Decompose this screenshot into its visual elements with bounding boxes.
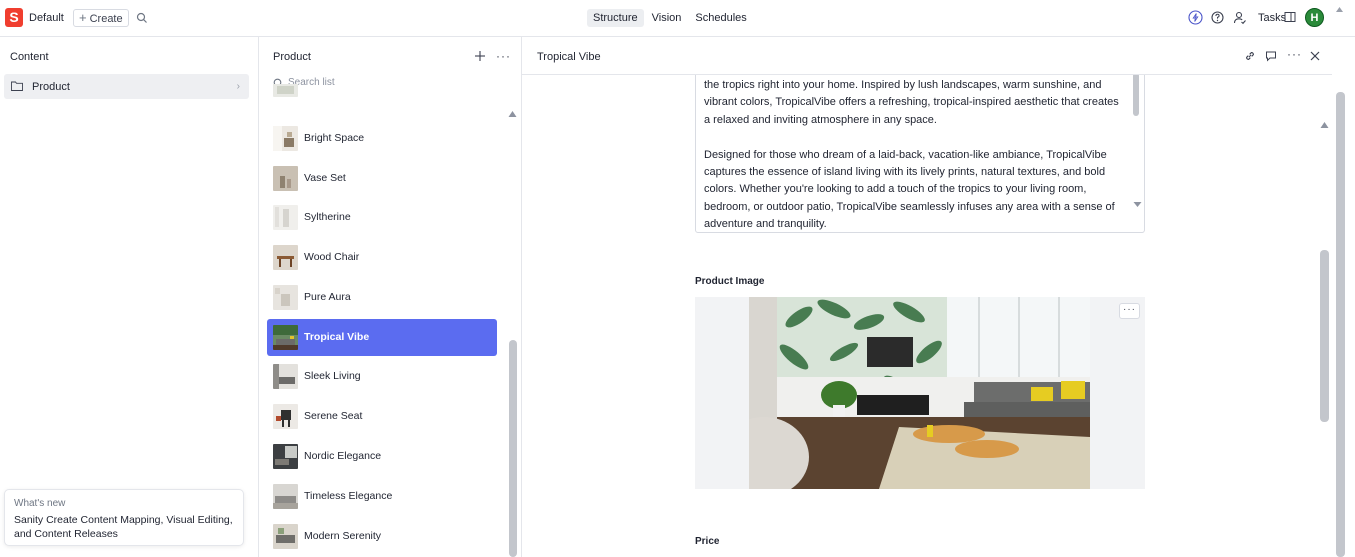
- product-name: Vase Set: [304, 172, 346, 184]
- plus-icon: +: [79, 10, 87, 25]
- product-thumbnail: [273, 126, 298, 151]
- more-options-icon[interactable]: ···: [1287, 47, 1302, 61]
- product-name: Nordic Elegance: [304, 450, 382, 462]
- product-image-field[interactable]: ···: [695, 297, 1145, 489]
- tab-vision[interactable]: Vision: [646, 9, 688, 27]
- search-icon[interactable]: [136, 12, 148, 24]
- chevron-right-icon: ›: [236, 81, 240, 92]
- product-name: Syltherine: [304, 211, 351, 223]
- product-list-pane: Product ··· Bright Space Vase Set Sylthe…: [259, 37, 522, 557]
- product-thumbnail: [273, 285, 298, 310]
- product-name: Serene Seat: [304, 410, 363, 422]
- link-icon[interactable]: [1244, 50, 1256, 62]
- content-pane-title: Content: [10, 51, 49, 63]
- list-item[interactable]: [267, 84, 497, 114]
- product-thumbnail: [273, 404, 298, 429]
- product-image-label: Product Image: [695, 276, 765, 287]
- product-name: Bright Space: [304, 132, 365, 144]
- description-paragraph: Designed for those who dream of a laid-b…: [704, 148, 1115, 231]
- product-name: Wood Chair: [304, 251, 360, 263]
- workspace-name[interactable]: Default: [29, 12, 64, 24]
- product-thumbnail: [273, 205, 298, 230]
- textarea-scroll-down-icon[interactable]: [1133, 201, 1142, 208]
- list-scroll-up-icon[interactable]: [508, 110, 517, 118]
- whats-new-card[interactable]: What's new Sanity Create Content Mapping…: [4, 489, 244, 546]
- product-name: Tropical Vibe: [304, 331, 370, 343]
- product-thumbnail: [273, 84, 298, 97]
- list-item[interactable]: Syltherine: [267, 199, 497, 236]
- add-icon[interactable]: [473, 49, 487, 63]
- product-thumbnail: [273, 325, 298, 350]
- close-icon[interactable]: [1309, 50, 1321, 62]
- comment-icon[interactable]: [1265, 50, 1277, 62]
- document-header: Tropical Vibe ···: [522, 37, 1332, 75]
- list-item[interactable]: Pure Aura: [267, 279, 497, 316]
- user-check-icon[interactable]: [1232, 10, 1247, 25]
- list-item[interactable]: Wood Chair: [267, 239, 497, 276]
- list-item[interactable]: Timeless Elegance: [267, 478, 497, 515]
- product-name: Sleek Living: [304, 370, 361, 382]
- sanity-logo[interactable]: S: [5, 8, 23, 27]
- product-thumbnail: [273, 166, 298, 191]
- content-pane: Content Product › What's new Sanity Crea…: [0, 37, 259, 557]
- list-item[interactable]: Modern Serenity: [267, 518, 497, 555]
- product-name: Modern Serenity: [304, 530, 382, 542]
- panel-icon[interactable]: [1284, 11, 1296, 23]
- tool-nav: Structure Vision Schedules: [587, 9, 753, 27]
- product-image[interactable]: [749, 297, 1090, 489]
- textarea-scrollbar[interactable]: [1133, 75, 1139, 116]
- top-navbar: S Default + Create Structure Vision Sched…: [0, 0, 1355, 37]
- product-thumbnail: [273, 245, 298, 270]
- document-form: the tropics right into your home. Inspir…: [522, 75, 1332, 557]
- product-thumbnail: [273, 524, 298, 549]
- tab-structure[interactable]: Structure: [587, 9, 644, 27]
- list-scrollbar[interactable]: [509, 340, 517, 557]
- price-label: Price: [695, 536, 720, 547]
- content-item-product[interactable]: Product ›: [4, 74, 249, 99]
- product-thumbnail: [273, 364, 298, 389]
- product-name: Timeless Elegance: [304, 490, 393, 502]
- create-button-label: Create: [89, 13, 123, 25]
- list-item[interactable]: Serene Seat: [267, 398, 497, 435]
- page-scrollbar[interactable]: [1336, 92, 1345, 557]
- page-scroll-up-icon[interactable]: [1335, 5, 1344, 14]
- product-name: Pure Aura: [304, 291, 351, 303]
- more-options-icon[interactable]: ···: [496, 49, 511, 63]
- document-scroll-up-icon[interactable]: [1320, 121, 1329, 129]
- create-button[interactable]: + Create: [73, 9, 129, 27]
- bolt-icon[interactable]: [1188, 10, 1203, 25]
- tab-schedules[interactable]: Schedules: [689, 9, 752, 27]
- avatar[interactable]: H: [1305, 8, 1324, 27]
- list-item-selected[interactable]: Tropical Vibe: [267, 319, 497, 356]
- product-thumbnail: [273, 484, 298, 509]
- product-thumbnail: [273, 444, 298, 469]
- tasks-button[interactable]: Tasks: [1258, 12, 1286, 24]
- list-item[interactable]: Vase Set: [267, 160, 497, 197]
- list-item[interactable]: Bright Space: [267, 120, 497, 157]
- help-icon[interactable]: [1210, 10, 1225, 25]
- content-item-label: Product: [32, 81, 70, 93]
- document-scrollbar[interactable]: [1320, 250, 1329, 422]
- folder-icon: [11, 81, 23, 91]
- product-pane-title: Product: [273, 51, 311, 63]
- description-paragraph: the tropics right into your home. Inspir…: [704, 79, 1119, 126]
- document-pane: Tropical Vibe ··· the tropics right into…: [522, 37, 1355, 557]
- list-item[interactable]: Nordic Elegance: [267, 438, 497, 475]
- whats-new-body: Sanity Create Content Mapping, Visual Ed…: [14, 514, 233, 540]
- image-more-options-icon[interactable]: ···: [1119, 303, 1140, 319]
- description-textarea[interactable]: the tropics right into your home. Inspir…: [695, 75, 1145, 233]
- whats-new-heading: What's new: [14, 498, 66, 509]
- document-title: Tropical Vibe: [537, 51, 601, 63]
- list-item[interactable]: Sleek Living: [267, 358, 497, 395]
